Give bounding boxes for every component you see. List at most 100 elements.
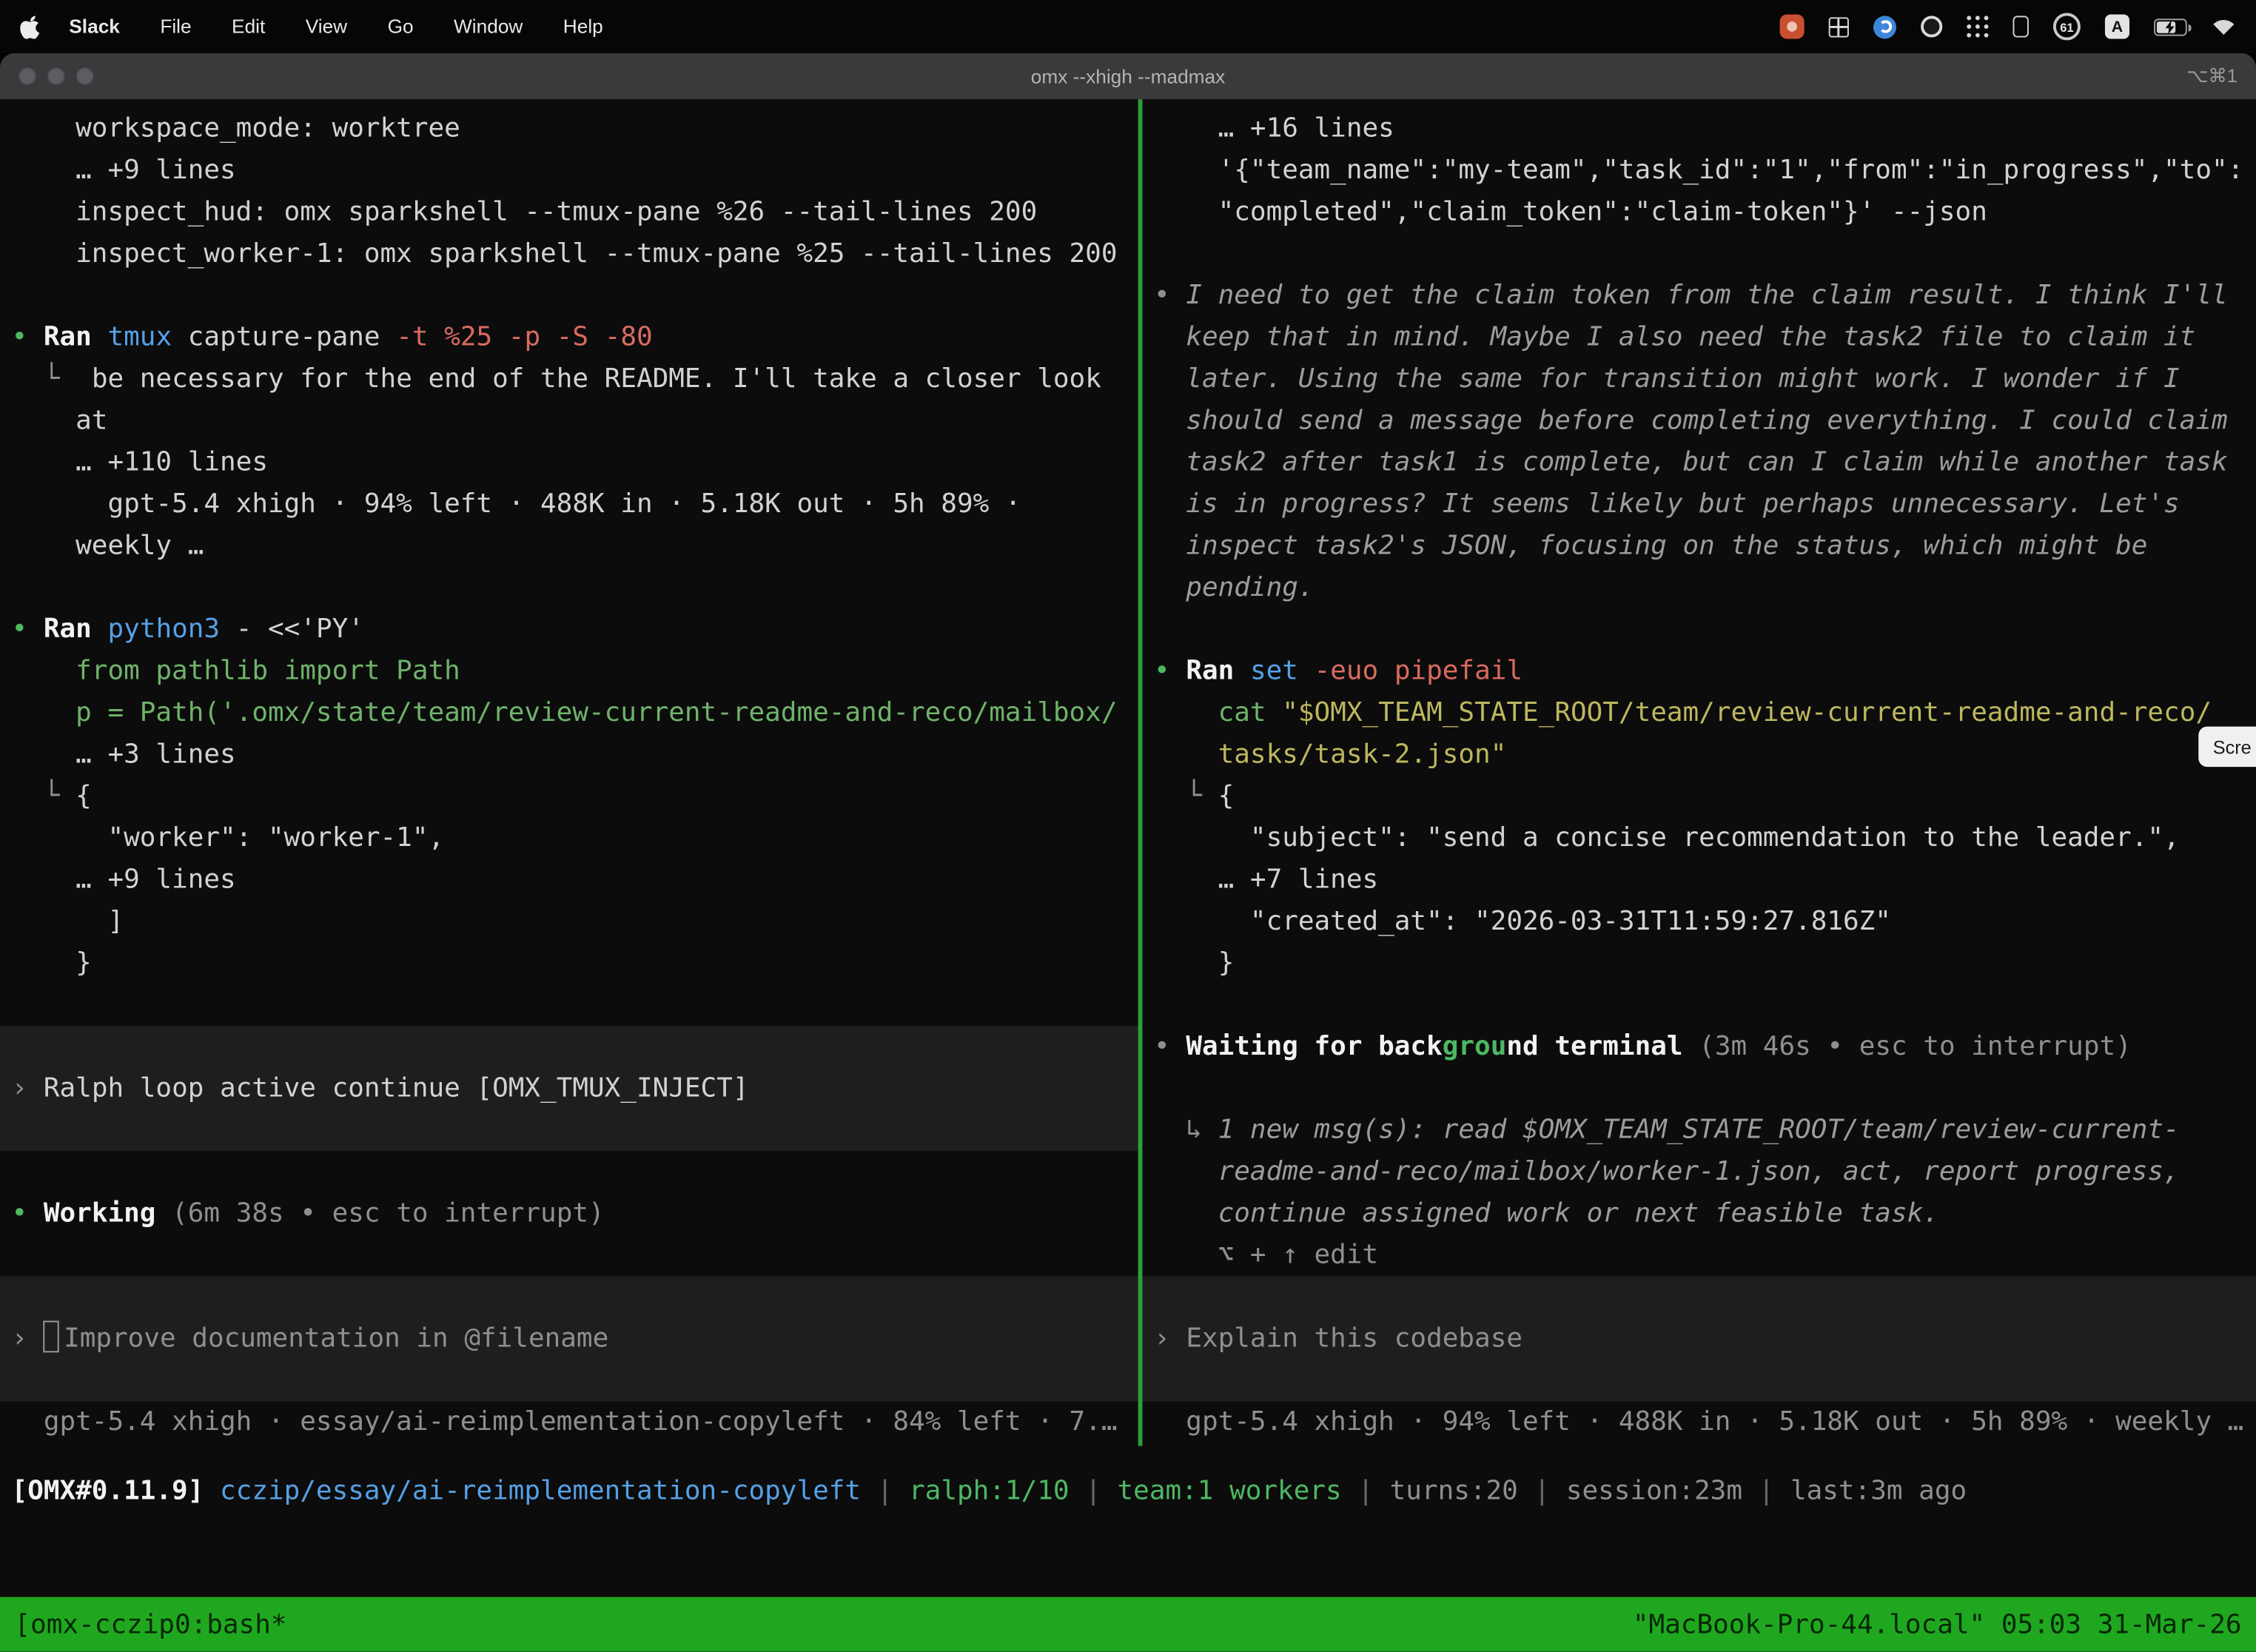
terminal: workspace_mode: worktree … +9 lines insp… (0, 99, 2256, 1597)
left-statusline: gpt-5.4 xhigh · essay/ai-reimplementatio… (0, 1401, 1138, 1443)
device-icon[interactable] (2013, 16, 2029, 37)
terminal-line: } (0, 942, 1138, 984)
terminal-line: } (1142, 942, 2256, 984)
terminal-line: inspect task2's JSON, focusing on the st… (1142, 526, 2256, 567)
tmux-pane-divider[interactable] (1138, 99, 1143, 1446)
screen: Slack File Edit View Go Window Help 61 A (0, 0, 2256, 1652)
input-source-icon[interactable]: A (2105, 14, 2129, 38)
menu-bar-status-icons: 61 A (1780, 13, 2236, 40)
menu-edit[interactable]: Edit (232, 16, 265, 37)
terminal-line: weekly … (0, 526, 1138, 567)
window-title: omx --xhigh --madmax (0, 65, 2256, 87)
battery-icon[interactable] (2154, 18, 2187, 35)
terminal-line: gpt-5.4 xhigh · 94% left · 488K in · 5.1… (1142, 1401, 2256, 1443)
terminal-line: "subject": "send a concise recommendatio… (1142, 817, 2256, 859)
terminal-line: • Waiting for background terminal (3m 46… (1142, 1026, 2256, 1067)
terminal-line: should send a message before completing … (1142, 400, 2256, 441)
terminal-line (0, 275, 1138, 316)
left-working: • Working (6m 38s • esc to interrupt) (0, 1151, 1138, 1276)
terminal-line: pending. (1142, 567, 2256, 608)
ralph-inject-notice[interactable]: › Ralph loop active continue [OMX_TMUX_I… (0, 1026, 1138, 1151)
terminal-line: at (0, 400, 1138, 441)
text-cursor (44, 1321, 59, 1353)
battery-percent-ring-icon[interactable]: 61 (2053, 13, 2081, 40)
terminal-line: … +9 lines (0, 859, 1138, 901)
apple-menu[interactable] (20, 15, 40, 38)
terminal-line[interactable]: › Ralph loop active continue [OMX_TMUX_I… (0, 1067, 1138, 1109)
terminal-line: workspace_mode: worktree (0, 108, 1138, 150)
menu-bar: Slack File Edit View Go Window Help 61 A (0, 0, 2256, 53)
tmux-host-clock: "MacBook-Pro-44.local" 05:03 31-Mar-26 (1633, 1609, 2242, 1639)
dots-grid-icon[interactable] (1967, 16, 1988, 37)
terminal-line: ⌥ + ↑ edit (1142, 1235, 2256, 1276)
terminal-line: readme-and-reco/mailbox/worker-1.json, a… (1142, 1151, 2256, 1192)
menu-app-name[interactable]: Slack (69, 16, 120, 37)
terminal-line: tasks/task-2.json" (1142, 733, 2256, 775)
terminal-line: • Working (6m 38s • esc to interrupt) (0, 1192, 1138, 1234)
terminal-line: └ be necessary for the end of the README… (0, 358, 1138, 400)
left-scrollback: workspace_mode: worktree … +9 lines insp… (0, 108, 1138, 1026)
terminal-line: └ { (1142, 776, 2256, 817)
terminal-line: continue assigned work or next feasible … (1142, 1192, 2256, 1234)
window-tiles-icon[interactable] (1829, 16, 1849, 36)
minimize-button[interactable] (47, 67, 64, 84)
terminal-line: … +9 lines (0, 150, 1138, 191)
right-statusline: gpt-5.4 xhigh · 94% left · 488K in · 5.1… (1142, 1401, 2256, 1443)
window-title-bar[interactable]: omx --xhigh --madmax ⌥⌘1 (0, 53, 2256, 99)
traffic-lights (19, 67, 93, 84)
menu-help[interactable]: Help (563, 16, 603, 37)
prompt-input-right[interactable]: › Explain this codebase (1142, 1276, 2256, 1401)
menu-go[interactable]: Go (388, 16, 414, 37)
terminal-line: is in progress? It seems likely but perh… (1142, 483, 2256, 525)
terminal-line (1142, 1067, 2256, 1109)
tmux-pane-right[interactable]: … +16 lines '{"team_name":"my-team","tas… (1142, 99, 2256, 1446)
terminal-line: • Ran python3 - <<'PY' (0, 608, 1138, 650)
zoom-button[interactable] (76, 67, 93, 84)
terminal-line[interactable]: › Explain this codebase (1142, 1318, 2256, 1360)
menu-view[interactable]: View (306, 16, 347, 37)
blue-swirl-app-icon[interactable] (1873, 15, 1896, 38)
terminal-line: ] (0, 901, 1138, 942)
right-scrollback: … +16 lines '{"team_name":"my-team","tas… (1142, 108, 2256, 1276)
terminal-line: … +3 lines (0, 733, 1138, 775)
terminal-line (1142, 233, 2256, 275)
terminal-line (1142, 608, 2256, 650)
terminal-line: '{"team_name":"my-team","task_id":"1","f… (1142, 150, 2256, 191)
terminal-line: gpt-5.4 xhigh · 94% left · 488K in · 5.1… (0, 483, 1138, 525)
record-circle-icon[interactable] (1921, 16, 1942, 37)
window-shortcut-hint: ⌥⌘1 (2186, 64, 2237, 87)
terminal-line: "completed","claim_token":"claim-token"}… (1142, 192, 2256, 233)
terminal-line (0, 984, 1138, 1026)
tmux-pane-left[interactable]: workspace_mode: worktree … +9 lines insp… (0, 99, 1138, 1446)
terminal-line: … +7 lines (1142, 859, 2256, 901)
terminal-line: from pathlib import Path (0, 651, 1138, 692)
terminal-line: p = Path('.omx/state/team/review-current… (0, 692, 1138, 733)
close-button[interactable] (19, 67, 36, 84)
terminal-line: … +16 lines (1142, 108, 2256, 150)
terminal-line: cat "$OMX_TEAM_STATE_ROOT/team/review-cu… (1142, 692, 2256, 733)
tmux-session-window[interactable]: [omx-cczip0:bash* (14, 1609, 286, 1639)
terminal-line: inspect_hud: omx sparkshell --tmux-pane … (0, 192, 1138, 233)
screen-recording-indicator-icon[interactable] (1780, 14, 1805, 38)
terminal-line: "created_at": "2026-03-31T11:59:27.816Z" (1142, 901, 2256, 942)
terminal-line (0, 567, 1138, 608)
terminal-line: inspect_worker-1: omx sparkshell --tmux-… (0, 233, 1138, 275)
terminal-line (1142, 984, 2256, 1026)
terminal-line: gpt-5.4 xhigh · essay/ai-reimplementatio… (0, 1401, 1138, 1443)
menu-window[interactable]: Window (454, 16, 523, 37)
terminal-line (0, 1235, 1138, 1276)
terminal-line: └ { (0, 776, 1138, 817)
omx-status-line: [OMX#0.11.9] cczip/essay/ai-reimplementa… (0, 1471, 2256, 1512)
terminal-line[interactable]: › Improve documentation in @filename (0, 1318, 1138, 1360)
screen-overlay-tooltip: Scre (2198, 727, 2256, 767)
wifi-icon[interactable] (2212, 17, 2236, 36)
terminal-line: keep that in mind. Maybe I also need the… (1142, 317, 2256, 358)
terminal-line: • Ran tmux capture-pane -t %25 -p -S -80 (0, 317, 1138, 358)
tmux-status-bar: [omx-cczip0:bash* "MacBook-Pro-44.local"… (0, 1597, 2256, 1652)
menu-file[interactable]: File (160, 16, 191, 37)
terminal-line: • I need to get the claim token from the… (1142, 275, 2256, 316)
terminal-line: … +110 lines (0, 442, 1138, 483)
terminal-line (0, 1151, 1138, 1192)
charging-bolt-icon (2166, 20, 2176, 34)
prompt-input-left[interactable]: › Improve documentation in @filename (0, 1276, 1138, 1401)
